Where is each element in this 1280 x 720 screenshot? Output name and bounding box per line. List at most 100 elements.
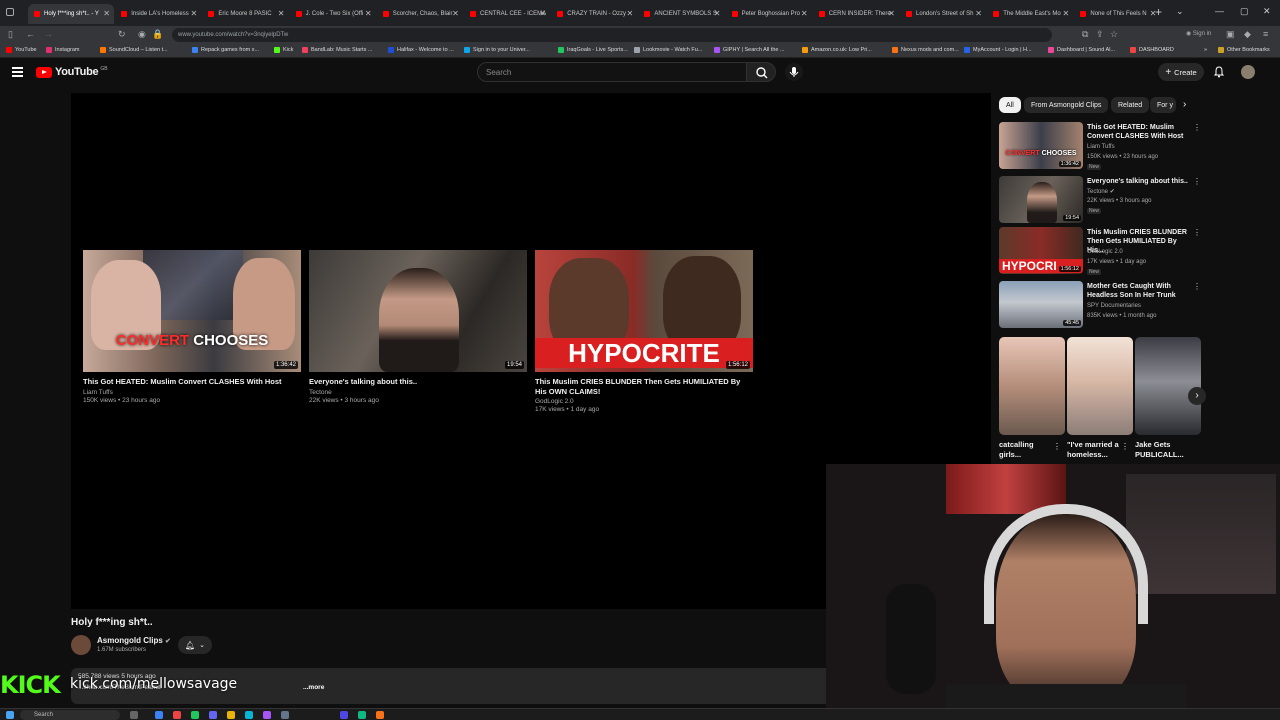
taskbar-search[interactable]: Search	[20, 710, 120, 720]
chip-from-channel[interactable]: From Asmongold Clips	[1024, 97, 1109, 113]
search-input[interactable]	[486, 63, 736, 81]
chips-next-icon[interactable]: ›	[1183, 99, 1186, 110]
tab-search-icon[interactable]: ⌄	[1176, 6, 1184, 17]
shorts-next-icon[interactable]: ›	[1188, 387, 1206, 405]
youtube-logo[interactable]: YouTube GB	[36, 66, 108, 78]
windows-start-icon[interactable]	[6, 711, 14, 719]
browser-tab[interactable]: CRAZY TRAIN - Ozzy ✕	[551, 4, 637, 24]
discord-icon[interactable]	[340, 711, 348, 719]
bookmark-item[interactable]: Kick	[274, 47, 293, 53]
close-tab-icon[interactable]: ✕	[714, 9, 721, 18]
other-bookmarks[interactable]: Other Bookmarks	[1218, 47, 1270, 53]
close-tab-icon[interactable]: ✕	[626, 9, 633, 18]
bookmark-item[interactable]: IraqGoals - Live Sports...	[558, 47, 628, 53]
channel-name[interactable]: Asmongold Clips ✔	[97, 636, 171, 645]
browser-tab[interactable]: Eric Moore 8 PASIC ✕	[202, 4, 288, 24]
bookmark-item[interactable]: MyAccount - Login | H...	[964, 47, 1032, 53]
close-tab-icon[interactable]: ✕	[190, 9, 197, 18]
back-icon[interactable]: ←	[26, 29, 35, 39]
bookmarks-overflow-icon[interactable]: »	[1204, 47, 1207, 53]
wallet-icon[interactable]: ▣	[1226, 29, 1235, 40]
share-icon[interactable]: ⇪	[1096, 29, 1104, 40]
browser-tab[interactable]: Inside LA's Homeless ✕	[115, 4, 201, 24]
browser-tab[interactable]: J. Cole - Two Six (Offi ✕	[290, 4, 376, 24]
close-window-icon[interactable]: ✕	[1263, 6, 1271, 17]
tab-list-icon[interactable]	[6, 8, 14, 16]
shield-icon[interactable]: ◉	[138, 29, 146, 40]
extensions-icon[interactable]: ⧉	[1082, 29, 1088, 40]
more-link[interactable]: ...more	[303, 684, 324, 691]
voice-search-button[interactable]	[785, 63, 803, 81]
close-tab-icon[interactable]: ✕	[801, 9, 808, 18]
browser-tab[interactable]: None of This Feels N ✕	[1074, 4, 1160, 24]
close-tab-icon[interactable]: ✕	[452, 9, 459, 18]
bookmark-item[interactable]: DASHBOARD	[1130, 47, 1174, 53]
short-thumbnail-2[interactable]	[1067, 337, 1133, 435]
more-options-icon[interactable]: ⋮	[1121, 442, 1129, 451]
notifications-bell-icon[interactable]	[1213, 66, 1225, 78]
browser-tab[interactable]: The Middle East's Mo ✕	[987, 4, 1073, 24]
bookmark-item[interactable]: SoundCloud – Listen t...	[100, 47, 168, 53]
bookmark-item[interactable]: Amazon.co.uk: Low Pri...	[802, 47, 872, 53]
browser-tab[interactable]: CERN INSIDER: There ✕	[813, 4, 899, 24]
short-thumbnail-3[interactable]	[1135, 337, 1201, 435]
bookmark-item[interactable]: Repack games from x...	[192, 47, 259, 53]
sidebar-toggle-icon[interactable]: ▯	[8, 29, 13, 40]
spotify-icon[interactable]	[191, 711, 199, 719]
more-options-icon[interactable]: ⋮	[1193, 282, 1201, 291]
menu-icon[interactable]: ≡	[1263, 29, 1268, 39]
more-options-icon[interactable]: ⋮	[1053, 442, 1061, 451]
bookmark-item[interactable]: Nexus mods and com...	[892, 47, 959, 53]
channel-avatar[interactable]	[71, 635, 91, 655]
bookmark-item[interactable]: Halifax - Welcome to ...	[388, 47, 454, 53]
app-icon[interactable]	[263, 711, 271, 719]
browser-tab[interactable]: Holy f***ing sh*t.. - Y ✕	[28, 4, 114, 24]
new-tab-button[interactable]: +	[1155, 5, 1162, 19]
account-avatar[interactable]	[1241, 65, 1255, 79]
bookmark-item[interactable]: YouTube	[6, 47, 37, 53]
close-tab-icon[interactable]: ✕	[1062, 9, 1069, 18]
close-tab-icon[interactable]: ✕	[975, 9, 982, 18]
app-icon[interactable]	[173, 711, 181, 719]
close-tab-icon[interactable]: ✕	[103, 9, 110, 18]
app-icon[interactable]	[245, 711, 253, 719]
brave-browser-icon[interactable]	[376, 711, 384, 719]
bookmark-item[interactable]: Lookmovie - Watch Fu...	[634, 47, 702, 53]
browser-tab[interactable]: London's Street of Sh ✕	[900, 4, 986, 24]
reload-icon[interactable]: ↻	[118, 29, 126, 40]
more-options-icon[interactable]: ⋮	[1193, 228, 1201, 237]
endcard-video-2[interactable]: 19:54 Everyone's talking about this.. Te…	[309, 250, 527, 404]
endcard-video-1[interactable]: CONVERT CHOOSES 1:36:42 This Got HEATED:…	[83, 250, 301, 404]
more-options-icon[interactable]: ⋮	[1193, 177, 1201, 186]
app-icon[interactable]	[281, 711, 289, 719]
app-icon[interactable]	[358, 711, 366, 719]
hamburger-menu-icon[interactable]	[12, 67, 23, 77]
search-button[interactable]	[746, 62, 776, 82]
minimize-icon[interactable]: —	[1215, 6, 1224, 16]
taskview-icon[interactable]	[130, 711, 138, 719]
close-tab-icon[interactable]: ✕	[365, 9, 372, 18]
short-thumbnail-1[interactable]	[999, 337, 1065, 435]
bookmark-item[interactable]: BandLab: Music Starts ...	[302, 47, 372, 53]
sidebar-video-1[interactable]: CONVERT CHOOSES 1:36:42 This Got HEATED:…	[999, 122, 1269, 174]
chip-all[interactable]: All	[999, 97, 1021, 113]
notification-settings-button[interactable]: 🔔︎ ⌄	[178, 636, 212, 654]
brave-icon[interactable]: ◆	[1244, 29, 1251, 40]
endcard-video-3[interactable]: HYPOCRITE 1:56:12 This Muslim CRIES BLUN…	[535, 250, 753, 413]
browser-tab[interactable]: Scorcher, Chaos, Blair ✕	[377, 4, 463, 24]
close-tab-icon[interactable]: ✕	[278, 9, 285, 18]
chip-for-you[interactable]: For y	[1150, 97, 1176, 113]
more-options-icon[interactable]: ⋮	[1193, 123, 1201, 132]
sidebar-video-2[interactable]: 19:54 Everyone's talking about this.. Te…	[999, 176, 1269, 228]
bookmark-item[interactable]: GIPHY | Search All the ...	[714, 47, 785, 53]
app-icon[interactable]	[209, 711, 217, 719]
bookmark-item[interactable]: Dashboard | Sound Al...	[1048, 47, 1115, 53]
bookmark-star-icon[interactable]: ☆	[1110, 29, 1118, 40]
maximize-icon[interactable]: ▢	[1240, 6, 1249, 17]
sidebar-video-3[interactable]: HYPOCRI 1:56:12 This Muslim CRIES BLUNDE…	[999, 227, 1269, 279]
folder-icon[interactable]	[227, 711, 235, 719]
forward-icon[interactable]: →	[44, 29, 53, 39]
browser-tab[interactable]: Peter Boghossian Pro ✕	[726, 4, 812, 24]
browser-tab[interactable]: ANCIENT SYMBOLS S ✕	[638, 4, 724, 24]
url-field[interactable]: www.youtube.com/watch?v=3nqiyelpDTw	[172, 28, 1052, 42]
